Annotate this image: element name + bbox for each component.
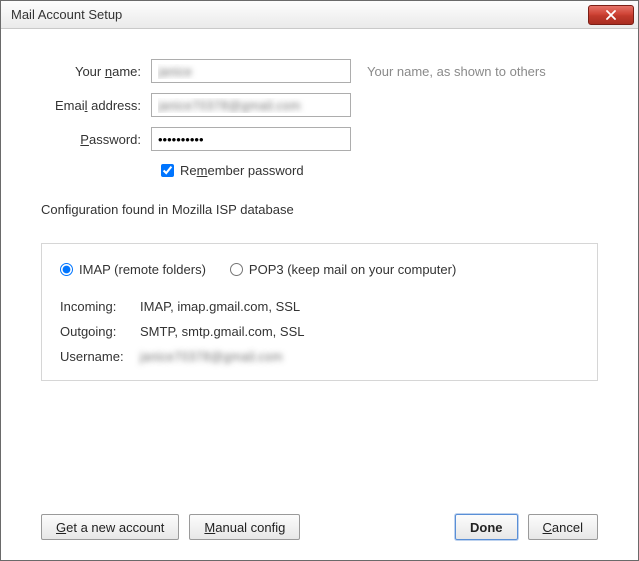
protocol-radio-row: IMAP (remote folders) POP3 (keep mail on… [60,262,579,277]
get-new-account-button[interactable]: Get a new account [41,514,179,540]
close-icon [606,10,616,20]
username-row: Username: janice70378@gmail.com [60,349,579,364]
window-title: Mail Account Setup [11,7,588,22]
remember-password-row: Remember password [161,163,598,178]
close-button[interactable] [588,5,634,25]
cancel-button[interactable]: Cancel [528,514,598,540]
password-label: Password: [41,132,151,147]
pop3-radio-item[interactable]: POP3 (keep mail on your computer) [230,262,456,277]
imap-radio-label: IMAP (remote folders) [79,262,206,277]
titlebar: Mail Account Setup [1,1,638,29]
pop3-radio[interactable] [230,263,243,276]
incoming-label: Incoming: [60,299,140,314]
email-label: Email address: [41,98,151,113]
incoming-value: IMAP, imap.gmail.com, SSL [140,299,300,314]
name-row: Your name: Your name, as shown to others [41,59,598,83]
pop3-radio-label: POP3 (keep mail on your computer) [249,262,456,277]
password-input[interactable] [151,127,351,151]
incoming-row: Incoming: IMAP, imap.gmail.com, SSL [60,299,579,314]
outgoing-row: Outgoing: SMTP, smtp.gmail.com, SSL [60,324,579,339]
config-box: IMAP (remote folders) POP3 (keep mail on… [41,243,598,381]
name-label: Your name: [41,64,151,79]
remember-password-checkbox[interactable] [161,164,174,177]
username-label: Username: [60,349,140,364]
manual-config-button[interactable]: Manual config [189,514,300,540]
imap-radio-item[interactable]: IMAP (remote folders) [60,262,206,277]
email-row: Email address: [41,93,598,117]
mail-account-setup-dialog: Mail Account Setup Your name: Your name,… [0,0,639,561]
name-hint: Your name, as shown to others [367,64,546,79]
status-text: Configuration found in Mozilla ISP datab… [41,202,598,217]
password-row: Password: [41,127,598,151]
button-row: Get a new account Manual config Done Can… [41,514,598,540]
dialog-content: Your name: Your name, as shown to others… [1,29,638,560]
button-spacer [310,514,445,540]
outgoing-value: SMTP, smtp.gmail.com, SSL [140,324,304,339]
done-button[interactable]: Done [455,514,518,540]
email-input[interactable] [151,93,351,117]
outgoing-label: Outgoing: [60,324,140,339]
username-value: janice70378@gmail.com [140,349,283,364]
remember-password-label[interactable]: Remember password [180,163,304,178]
imap-radio[interactable] [60,263,73,276]
name-input[interactable] [151,59,351,83]
